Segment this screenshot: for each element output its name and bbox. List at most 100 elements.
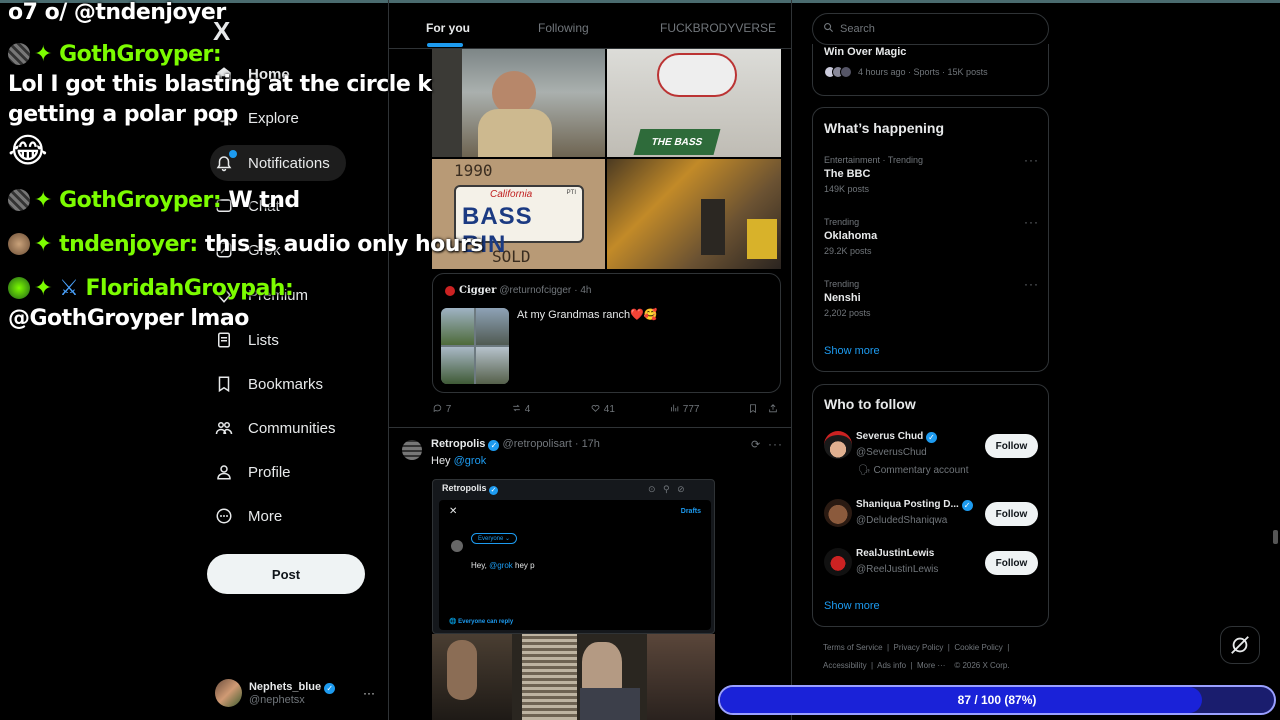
footer-cookie[interactable]: Cookie Policy <box>954 643 1002 652</box>
chat-text: W tnd <box>228 188 300 213</box>
follow-name[interactable]: RealJustinLewis <box>856 548 934 559</box>
trend-posts: 29.2K posts <box>824 246 872 256</box>
plate-sold: SOLD <box>492 247 531 266</box>
quote-author-name: Cigger <box>459 285 497 296</box>
repost-count: 4 <box>524 404 531 415</box>
embed-compose-avatar <box>451 540 463 552</box>
repost-button[interactable]: 4 <box>511 403 530 415</box>
goal-progress-label: 87 / 100 (87%) <box>957 693 1037 707</box>
quote-thumbnail <box>441 308 509 384</box>
post-actions: 7 4 41 777 <box>432 403 782 417</box>
embed-reply-setting-label: Everyone can reply <box>458 619 514 625</box>
footer-ads-info[interactable]: Ads info <box>877 661 906 670</box>
tab-for-you[interactable]: For you <box>426 21 470 35</box>
photo-sign[interactable]: THE BASS <box>607 49 781 157</box>
nav-more[interactable]: More <box>210 498 282 534</box>
embed-drafts: Drafts <box>680 508 701 515</box>
follow-avatar[interactable] <box>824 431 852 459</box>
verified-badge-icon: ✓ <box>324 682 336 694</box>
post2-mention[interactable]: @grok <box>454 455 487 467</box>
trend-more-icon[interactable]: ··· <box>1024 153 1039 167</box>
retropolis-avatar[interactable] <box>402 440 422 460</box>
post2-photo[interactable] <box>432 634 715 720</box>
footer-links-row1: Terms of Service | Privacy Policy | Cook… <box>823 643 1010 652</box>
post2-embedded-screenshot[interactable]: Retropolis ✓ ⊙ ⚲ ⊘ ✕ Drafts Everyone ⌄ H… <box>432 479 715 634</box>
nav-bookmarks[interactable]: Bookmarks <box>210 366 323 402</box>
follow-button[interactable]: Follow <box>985 434 1038 458</box>
quoted-post[interactable]: Cigger @returnofcigger · 4h At my Grandm… <box>432 273 781 393</box>
search-placeholder: Search <box>840 23 875 35</box>
follow-name[interactable]: Shaniqua Posting D... <box>856 499 959 510</box>
chat-gem-icon: ✦ <box>34 276 52 301</box>
follow-extra: 🗣 Commentary account <box>858 465 969 476</box>
footer-accessibility[interactable]: Accessibility <box>823 661 867 670</box>
photo-tools[interactable] <box>607 159 781 269</box>
nav-more-label: More <box>248 507 283 525</box>
follow-avatar[interactable] <box>824 548 852 576</box>
account-avatar <box>215 679 242 707</box>
account-more-icon[interactable]: ··· <box>363 686 375 700</box>
trend-item[interactable]: Entertainment · Trending The BBC 149K po… <box>824 153 1039 194</box>
search-icon <box>823 22 834 36</box>
quote-text: At my Grandmas ranch❤️🥰 <box>517 309 658 321</box>
footer-terms[interactable]: Terms of Service <box>823 643 883 652</box>
grok-fab-icon[interactable] <box>1220 626 1260 664</box>
follow-button[interactable]: Follow <box>985 551 1038 575</box>
reply-button[interactable]: 7 <box>432 403 451 415</box>
communities-icon <box>214 418 234 438</box>
chat-message: ✦ GothGroyper: W tnd <box>8 186 300 216</box>
share-icon[interactable] <box>768 403 778 417</box>
photo-sign-text: THE BASS <box>633 129 721 155</box>
post2-time: · 17h <box>574 438 600 450</box>
chat-avatar-icon <box>8 233 30 255</box>
post2-text: Hey @grok <box>431 455 486 467</box>
nav-communities[interactable]: Communities <box>210 410 336 446</box>
footer-copyright: © 2026 X Corp. <box>954 661 1010 670</box>
trend-item[interactable]: Trending Oklahoma 29.2K posts ··· <box>824 215 1039 256</box>
post2-author-handle: @retropolisart <box>502 438 572 450</box>
chat-username: FloridahGroypah: <box>85 276 294 301</box>
verified-badge-icon: ✓ <box>961 500 973 511</box>
trend-item[interactable]: Trending Nenshi 2,202 posts ··· <box>824 277 1039 318</box>
verified-badge-icon: ✓ <box>489 486 499 495</box>
follow-button[interactable]: Follow <box>985 502 1038 526</box>
chat-sword-icon: ⚔ <box>59 276 79 301</box>
verified-badge-icon: ✓ <box>926 432 938 443</box>
chat-text: this is audio only hours <box>204 232 484 257</box>
chat-gem-icon: ✦ <box>34 42 52 67</box>
chat-message: ✦ GothGroyper: Lol I got this blasting a… <box>8 40 448 172</box>
follow-avatar[interactable] <box>824 499 852 527</box>
search-input[interactable]: Search <box>812 13 1049 45</box>
like-button[interactable]: 41 <box>590 403 615 415</box>
trend-more-icon[interactable]: ··· <box>1024 215 1039 229</box>
follow-show-more[interactable]: Show more <box>824 600 880 612</box>
embed-close-icon: ✕ <box>449 506 458 517</box>
trend-meta: Trending <box>824 279 860 289</box>
trends-show-more[interactable]: Show more <box>824 345 880 357</box>
trend-more-icon[interactable]: ··· <box>1024 277 1039 291</box>
post2-more-icon[interactable]: ··· <box>768 437 783 451</box>
footer-privacy[interactable]: Privacy Policy <box>894 643 944 652</box>
footer-more[interactable]: More ··· <box>917 661 945 670</box>
plate-state: California <box>490 189 533 200</box>
nav-profile[interactable]: Profile <box>210 454 291 490</box>
embed-author-name: Retropolis <box>442 483 487 493</box>
follow-name[interactable]: Severus Chud <box>856 431 923 442</box>
photo-man[interactable] <box>432 49 605 157</box>
tab-custom-list[interactable]: FUCKBRODYVERSE <box>660 21 776 35</box>
post2-author-name[interactable]: Retropolis <box>431 438 485 450</box>
tab-following[interactable]: Following <box>538 21 589 35</box>
embed-reply-setting: 🌐 Everyone can reply <box>449 619 514 625</box>
reply-count: 7 <box>445 404 452 415</box>
scrollbar-thumb[interactable] <box>1273 530 1278 544</box>
views-button[interactable]: 777 <box>669 403 699 415</box>
trend-posts: 2,202 posts <box>824 308 871 318</box>
post-button[interactable]: Post <box>207 554 365 594</box>
account-switcher[interactable]: Nephets_blue ✓ @nephetsx ··· <box>215 676 375 710</box>
chat-avatar-icon <box>8 43 30 65</box>
bookmark-action-icon[interactable] <box>748 403 758 417</box>
grok-analyze-icon[interactable]: ⟳ <box>751 438 760 451</box>
top-news-card[interactable]: Win Over Magic 4 hours ago · Sports · 15… <box>812 44 1049 96</box>
follow-extra-label: Commentary account <box>873 465 969 476</box>
chat-avatar-icon <box>8 277 30 299</box>
